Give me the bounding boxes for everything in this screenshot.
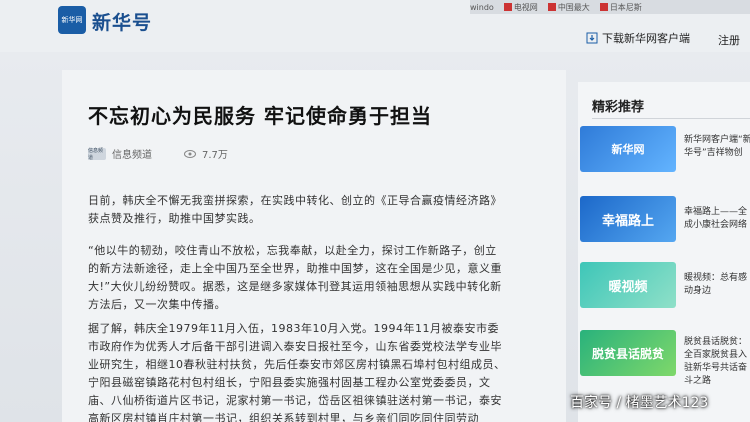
recommend-thumb[interactable]: 幸福路上	[580, 196, 676, 242]
source-name[interactable]: 信息频道	[112, 146, 152, 161]
bookmark-item[interactable]: 电视网	[503, 2, 538, 13]
download-app-link[interactable]: 下载新华网客户端	[586, 30, 690, 46]
bookmark-item[interactable]: 日本尼斯	[599, 2, 642, 13]
recommend-thumb[interactable]: 暖视频	[580, 262, 676, 308]
bookmark-icon	[503, 3, 512, 11]
watermark: 百家号 / 楮墨艺术123	[570, 395, 709, 411]
divider	[592, 118, 750, 119]
article-paragraph: 据了解，韩庆全1979年11月入伍，1983年10月入党。1994年11月被泰安…	[88, 322, 506, 422]
recommend-item[interactable]: 幸福路上——全成小康社会网络	[684, 206, 750, 232]
site-logo-text[interactable]: 新华号	[92, 8, 152, 35]
download-icon	[586, 32, 598, 44]
bookmark-item[interactable]: 中国最大	[547, 2, 590, 13]
bookmark-icon	[547, 3, 556, 11]
browser-screen: windo 电视网 中国最大 日本尼斯 新华网 新华号 下载新华网客户端 注册 …	[0, 0, 750, 422]
article-title: 不忘初心为民服务 牢记使命勇于担当	[88, 104, 432, 128]
register-link[interactable]: 注册	[718, 32, 740, 48]
eye-icon	[184, 149, 196, 158]
article-meta: 信息频道 信息频道 7.7万	[88, 146, 228, 161]
source-icon: 信息频道	[88, 147, 106, 161]
recommend-title: 精彩推荐	[592, 100, 645, 115]
recommend-thumb[interactable]: 脱贫县话脱贫	[580, 330, 676, 376]
logo-icon[interactable]: 新华网	[58, 6, 86, 34]
view-count: 7.7万	[202, 150, 228, 161]
article-paragraph: “他以牛的韧劲，咬住青山不放松，忘我奉献，以赴全力，探讨工作新路子，创立的新方法…	[88, 244, 502, 311]
site-header: windo 电视网 中国最大 日本尼斯 新华网 新华号 下载新华网客户端 注册	[0, 0, 750, 52]
recommend-thumb[interactable]: 新华网	[580, 126, 676, 172]
recommend-item[interactable]: 脱贫县话脱贫：全百家脱贫县入驻新华号共话奋斗之路	[684, 336, 750, 388]
article-paragraph: 日前，韩庆全不懈无我蛮拼探索，在实践中转化、创立的《正导合赢疫情经济路》获点赞及…	[88, 194, 502, 225]
recommend-item[interactable]: 暖视频：总有感动身边	[684, 272, 750, 298]
recommend-item[interactable]: 新华网客户端“新华号”吉祥物创	[684, 134, 750, 160]
bookmark-bar: windo 电视网 中国最大 日本尼斯	[470, 0, 750, 14]
bookmark-icon	[599, 3, 608, 11]
bookmark-item[interactable]: windo	[470, 3, 494, 12]
download-label: 下载新华网客户端	[602, 32, 690, 45]
